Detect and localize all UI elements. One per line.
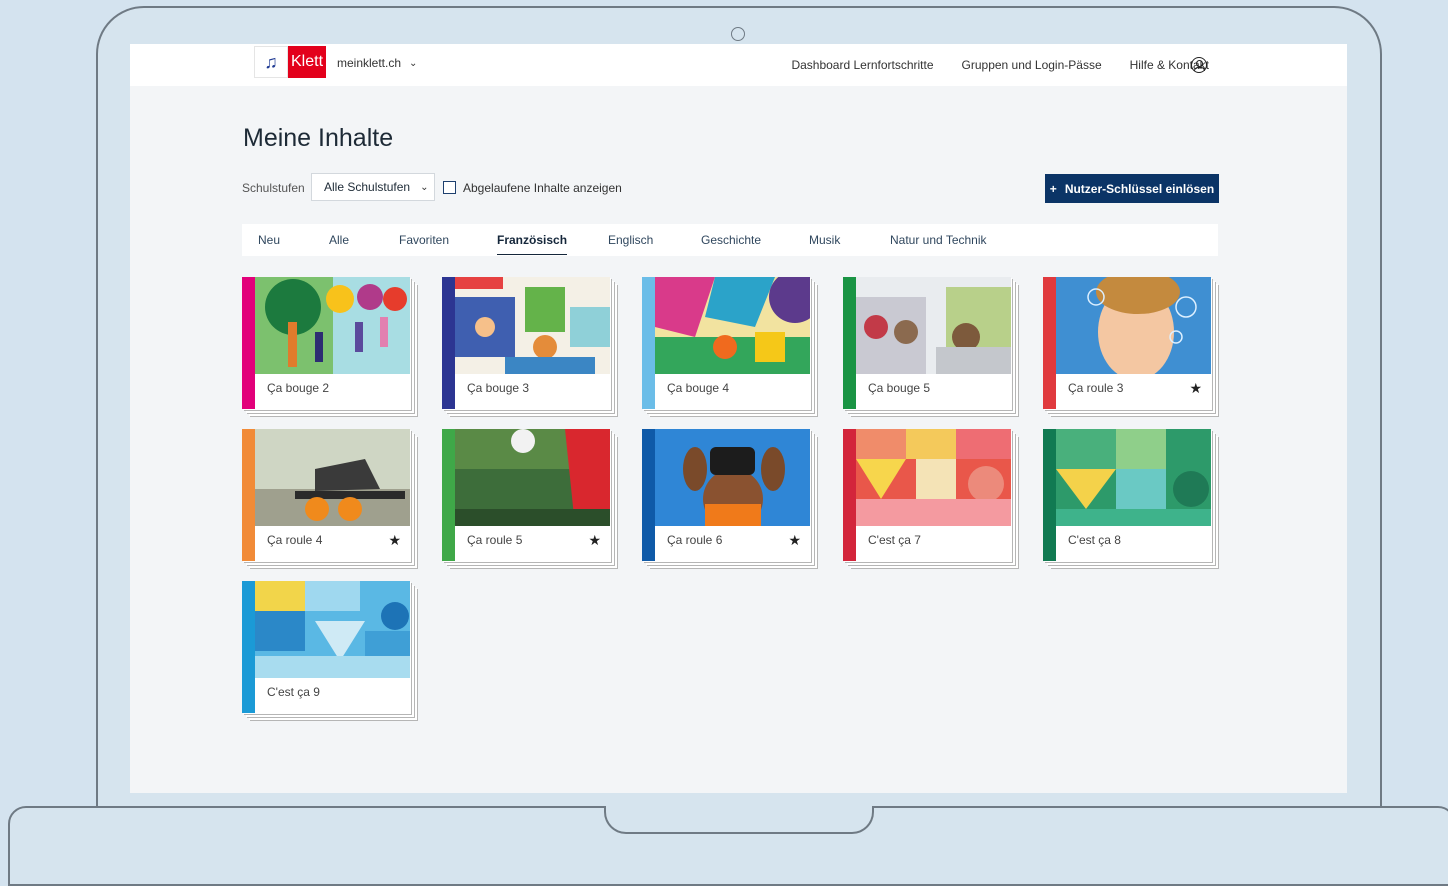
site-selector[interactable]: meinklett.ch ⌄ bbox=[337, 56, 417, 70]
schulstufen-value: Alle Schulstufen bbox=[324, 180, 411, 194]
product-card[interactable]: Ça roule 4 ★ bbox=[242, 429, 410, 561]
product-card[interactable]: Ça bouge 3 bbox=[442, 277, 610, 409]
tab-neu[interactable]: Neu bbox=[258, 233, 280, 247]
card-stripe bbox=[1043, 429, 1056, 561]
product-card[interactable]: Ça bouge 4 bbox=[642, 277, 810, 409]
top-bar: ♫ Klett meinklett.ch ⌄ Dashboard Lernfor… bbox=[130, 44, 1347, 86]
card-title: Ça bouge 3 bbox=[467, 381, 530, 395]
card-stripe bbox=[642, 277, 655, 409]
card-stripe bbox=[242, 581, 255, 713]
card-title: Ça bouge 5 bbox=[868, 381, 931, 395]
user-account-icon[interactable] bbox=[1191, 57, 1207, 73]
cover-image bbox=[255, 581, 410, 678]
chevron-down-icon: ⌄ bbox=[420, 181, 429, 193]
chevron-down-icon: ⌄ bbox=[409, 57, 418, 69]
product-card[interactable]: Ça roule 6 ★ bbox=[642, 429, 810, 561]
nav-dashboard[interactable]: Dashboard Lernfortschritte bbox=[791, 58, 933, 72]
tab-musik[interactable]: Musik bbox=[809, 233, 840, 247]
page-title: Meine Inhalte bbox=[243, 124, 394, 152]
tab-natur-und-technik[interactable]: Natur und Technik bbox=[890, 233, 987, 247]
klett-logo[interactable]: ♫ Klett bbox=[254, 46, 327, 78]
card-stripe bbox=[442, 429, 455, 561]
card-stripe bbox=[442, 277, 455, 409]
card-title: C'est ça 8 bbox=[1068, 533, 1121, 547]
card-stripe bbox=[1043, 277, 1056, 409]
product-card[interactable]: C'est ça 9 bbox=[242, 581, 410, 713]
cover-image bbox=[255, 277, 410, 374]
favorite-star-icon[interactable]: ★ bbox=[788, 532, 801, 549]
card-title: Ça roule 3 bbox=[1068, 381, 1124, 395]
card-stripe bbox=[843, 429, 856, 561]
cover-image bbox=[455, 429, 610, 526]
expired-content-checkbox[interactable] bbox=[443, 181, 456, 194]
favorite-star-icon[interactable]: ★ bbox=[388, 532, 401, 549]
nav-groups[interactable]: Gruppen und Login-Pässe bbox=[962, 58, 1102, 72]
product-card[interactable]: Ça roule 3 ★ bbox=[1043, 277, 1211, 409]
site-label: meinklett.ch bbox=[337, 56, 402, 70]
filter-label: Schulstufen bbox=[242, 181, 305, 195]
cover-image bbox=[455, 277, 610, 374]
laptop-notch bbox=[604, 806, 874, 834]
redeem-key-label: Nutzer-Schlüssel einlösen bbox=[1064, 181, 1215, 196]
camera-icon bbox=[731, 27, 745, 41]
tab-franzoesisch[interactable]: Französisch bbox=[497, 233, 568, 255]
screen: ♫ Klett meinklett.ch ⌄ Dashboard Lernfor… bbox=[130, 44, 1347, 793]
cover-image bbox=[856, 277, 1011, 374]
product-card[interactable]: C'est ça 7 bbox=[843, 429, 1011, 561]
expired-content-label[interactable]: Abgelaufene Inhalte anzeigen bbox=[463, 181, 622, 195]
cover-image bbox=[255, 429, 410, 526]
favorite-star-icon[interactable]: ★ bbox=[1189, 380, 1202, 397]
favorite-star-icon[interactable]: ★ bbox=[588, 532, 601, 549]
product-card[interactable]: C'est ça 8 bbox=[1043, 429, 1211, 561]
product-card[interactable]: Ça bouge 5 bbox=[843, 277, 1011, 409]
card-title: Ça bouge 4 bbox=[667, 381, 730, 395]
top-navigation: Dashboard Lernfortschritte Gruppen und L… bbox=[791, 58, 1209, 72]
card-stripe bbox=[843, 277, 856, 409]
klett-logo-icon: ♫ bbox=[254, 46, 288, 78]
card-title: C'est ça 9 bbox=[267, 685, 320, 699]
redeem-key-button[interactable]: + Nutzer-Schlüssel einlösen bbox=[1045, 174, 1219, 203]
tab-alle[interactable]: Alle bbox=[329, 233, 349, 247]
product-card[interactable]: Ça roule 5 ★ bbox=[442, 429, 610, 561]
card-title: Ça roule 4 bbox=[267, 533, 323, 547]
card-title: Ça bouge 2 bbox=[267, 381, 330, 395]
cover-image bbox=[655, 277, 810, 374]
product-card[interactable]: Ça bouge 2 bbox=[242, 277, 410, 409]
plus-icon: + bbox=[1049, 181, 1057, 196]
card-title: Ça roule 5 bbox=[467, 533, 523, 547]
schulstufen-select[interactable]: Alle Schulstufen ⌄ bbox=[311, 173, 435, 201]
tab-englisch[interactable]: Englisch bbox=[608, 233, 653, 247]
card-stripe bbox=[242, 277, 255, 409]
card-title: Ça roule 6 bbox=[667, 533, 723, 547]
cover-image bbox=[1056, 429, 1211, 526]
cover-image bbox=[655, 429, 810, 526]
subject-tabs: Neu Alle Favoriten Französisch Englisch … bbox=[242, 224, 1218, 256]
tab-favoriten[interactable]: Favoriten bbox=[399, 233, 449, 247]
card-title: C'est ça 7 bbox=[868, 533, 921, 547]
cover-image bbox=[1056, 277, 1211, 374]
klett-logo-text: Klett bbox=[288, 46, 327, 78]
card-stripe bbox=[242, 429, 255, 561]
cover-image bbox=[856, 429, 1011, 526]
tab-geschichte[interactable]: Geschichte bbox=[701, 233, 761, 247]
card-stripe bbox=[642, 429, 655, 561]
